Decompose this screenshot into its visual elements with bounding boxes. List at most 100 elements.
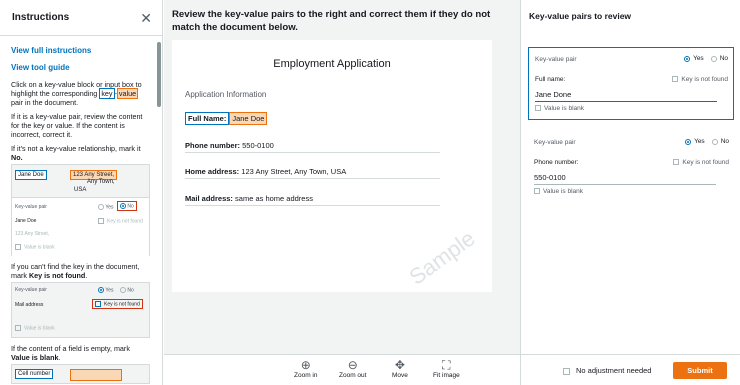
example-image-not-kv: Jane Doe 123 Any Street, Any Town, USA K…	[11, 164, 150, 257]
field-name: Full name:	[535, 76, 566, 83]
value-blank-checkbox[interactable]: Value is blank	[534, 188, 583, 195]
phone-key: Phone number:	[185, 141, 241, 150]
example-key: Cell number	[15, 369, 54, 379]
knf-label: Key is not found	[92, 299, 143, 310]
key-not-found-checkbox[interactable]: Key is not found	[672, 76, 728, 83]
text: No	[127, 203, 134, 210]
radio-icon	[98, 287, 104, 293]
checkbox-icon	[672, 76, 679, 83]
text: pair in the document.	[11, 98, 79, 107]
view-full-instructions-link[interactable]: View full instructions	[11, 46, 150, 55]
instruction-paragraph: Click on a key-value block or input box …	[11, 80, 150, 107]
instruction-paragraph: If the content of a field is empty, mark…	[11, 344, 150, 362]
instructions-panel: Instructions ✕ View full instructions Vi…	[0, 0, 163, 385]
zoom-in-icon: ⊕	[300, 358, 311, 372]
blank-label: Value is blank	[15, 244, 55, 250]
value-input[interactable]: 550-0100	[534, 173, 716, 185]
text: Value is blank	[24, 244, 55, 251]
radio-icon	[98, 204, 104, 210]
doc-row-full-name[interactable]: Full Name: Jane Doe	[185, 112, 440, 125]
close-icon[interactable]: ✕	[140, 11, 152, 25]
yes-label: Yes	[694, 138, 705, 145]
text: .	[58, 353, 61, 362]
document-image: Employment Application Application Infor…	[172, 40, 492, 292]
move-icon: ✥	[394, 358, 405, 372]
instruction-paragraph: If you can't find the key in the documen…	[11, 262, 150, 280]
instructions-body: View full instructions View tool guide C…	[0, 36, 162, 384]
example-key: Jane Doe	[15, 170, 47, 180]
example-image-key-not-found: Key-value pair Yes No Mail address Key i…	[11, 282, 150, 338]
checkbox-icon	[673, 159, 680, 166]
kv-card-full-name[interactable]: Key-value pair Yes No Full name: Key is …	[528, 47, 734, 120]
zoom-out-icon: ⊖	[347, 358, 358, 372]
yes-label: Yes	[693, 55, 704, 62]
checkbox-icon	[535, 105, 541, 112]
radio-icon	[120, 203, 126, 209]
field-name: Jane Doe	[15, 218, 37, 224]
instructions-header: Instructions ✕	[0, 0, 162, 36]
tool-label: Move	[392, 372, 408, 379]
instruction-paragraph: If it's not a key-value relationship, ma…	[11, 144, 150, 162]
no-radio[interactable]	[711, 138, 718, 145]
field-name: Phone number:	[534, 159, 579, 166]
value-highlight: value	[116, 88, 139, 99]
field-name: Mail address	[15, 302, 44, 308]
knf-label: Key is not found	[681, 76, 728, 83]
full-name-value[interactable]: Jane Doe	[229, 112, 268, 125]
app-root: Instructions ✕ View full instructions Vi…	[0, 0, 740, 385]
text: Key is not found	[104, 301, 140, 308]
tool-label: Zoom in	[294, 372, 318, 379]
knf-label: Key is not found	[682, 159, 729, 166]
value-input[interactable]: Jane Done	[535, 90, 717, 102]
zoom-out-button[interactable]: ⊖ Zoom out	[339, 358, 366, 379]
no-adjustment-checkbox[interactable]: No adjustment needed	[563, 366, 651, 375]
example-value: USA	[74, 187, 87, 193]
move-button[interactable]: ✥ Move	[392, 358, 408, 379]
text: No	[127, 287, 134, 294]
radio-icon	[120, 287, 126, 293]
no-adjustment-label: No adjustment needed	[576, 366, 652, 375]
value-blank-checkbox[interactable]: Value is blank	[535, 105, 584, 112]
text: Yes	[105, 287, 114, 294]
review-footer: No adjustment needed Submit	[521, 354, 740, 385]
task-instruction: Review the key-value pairs to the right …	[172, 9, 491, 33]
doc-row-home[interactable]: Home address: 123 Any Street, Any Town, …	[185, 167, 440, 179]
instruction-paragraph: If it is a key-value pair, review the co…	[11, 112, 143, 139]
knf-label: Key is not found	[98, 218, 143, 224]
text: Key is not found	[107, 218, 143, 225]
checkbox-icon	[95, 301, 101, 307]
key-not-found-checkbox[interactable]: Key is not found	[673, 159, 729, 166]
fit-image-button[interactable]: ⛶ Fit image	[433, 358, 460, 379]
home-key: Home address:	[185, 167, 240, 176]
kv-label: Key-value pair	[534, 139, 576, 146]
doc-row-mail[interactable]: Mail address: same as home address	[185, 194, 440, 206]
home-value: 123 Any Street, Any Town, USA	[239, 167, 347, 176]
field-value: 123 Any Street,	[15, 231, 50, 237]
kv-card-phone[interactable]: Key-value pair Yes No Phone number: Key …	[528, 131, 734, 201]
full-name-key[interactable]: Full Name:	[185, 112, 230, 125]
scrollbar[interactable]	[157, 42, 161, 107]
text: If it's not a key-value relationship, ma…	[11, 144, 141, 153]
yes-label: Yes	[98, 204, 113, 210]
text: Yes	[105, 204, 114, 211]
example-value: Any Town,	[87, 179, 115, 185]
yes-radio[interactable]	[684, 55, 691, 62]
blank-label: Value is blank	[544, 105, 584, 112]
no-label: No	[120, 287, 134, 293]
checkbox-icon	[15, 325, 21, 331]
blank-label: Value is blank	[15, 325, 55, 331]
yes-no-group: Yes No	[685, 138, 729, 145]
doc-row-phone[interactable]: Phone number: 550-0100	[185, 141, 440, 153]
document-area: Review the key-value pairs to the right …	[164, 0, 520, 385]
no-label: No	[720, 138, 729, 145]
view-tool-guide-link[interactable]: View tool guide	[11, 63, 150, 72]
zoom-in-button[interactable]: ⊕ Zoom in	[294, 358, 317, 379]
blank-label: Value is blank	[543, 188, 583, 195]
kv-label: Key-value pair	[15, 204, 47, 210]
key-highlight: key	[99, 88, 115, 99]
text: If the content of a field is empty, mark	[11, 344, 130, 353]
fit-image-icon: ⛶	[442, 358, 451, 372]
yes-radio[interactable]	[685, 138, 692, 145]
no-radio[interactable]	[710, 55, 717, 62]
submit-button[interactable]: Submit	[673, 362, 727, 379]
